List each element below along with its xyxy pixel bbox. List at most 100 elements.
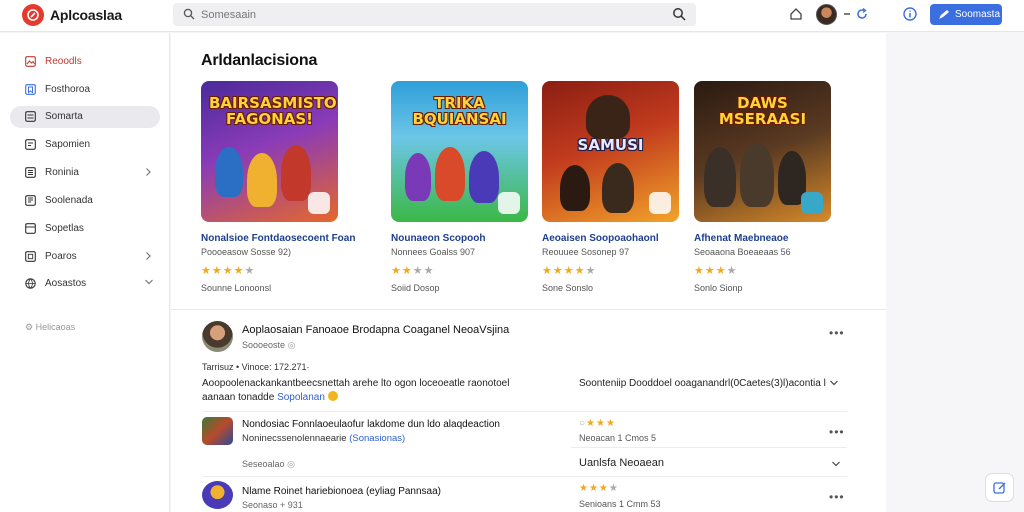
game-badge-icon: [801, 192, 823, 214]
row-title[interactable]: Nondosiac Fonnlaoeulaofur lakdome dun ld…: [242, 419, 500, 430]
right-pane: [887, 33, 1024, 512]
chevron-down-icon: [145, 279, 153, 285]
post-avatar[interactable]: [202, 321, 233, 352]
row-select[interactable]: Uanlsfa Neoaean: [579, 457, 664, 469]
app-logo[interactable]: [22, 4, 44, 26]
row-divider: [571, 447, 847, 448]
game-card[interactable]: TRIKA BQUIANSAI Nounaeon Scopooh Nonnees…: [391, 81, 541, 301]
row-count: Senioans 1 Cmm 53: [579, 499, 661, 509]
section-title: Arldanlacisiona: [201, 52, 318, 69]
row-title[interactable]: Nlame Roinet hariebionoea (eyliag Pannsa…: [242, 486, 441, 497]
game-title[interactable]: Nounaeon Scopooh: [391, 233, 485, 244]
thumbnail-title: BAIRSASMISTO FAGONAS!: [209, 94, 337, 128]
game-badge-icon: [308, 192, 330, 214]
character-figure: [602, 163, 634, 213]
game-subtitle: Nonnees Goalss 907: [391, 247, 476, 257]
character-figure: [560, 165, 590, 211]
game-subtitle: Reouuee Sosonep 97: [542, 247, 630, 257]
sidebar-item-5[interactable]: Roninia: [10, 162, 160, 184]
row-thumbnail[interactable]: [202, 481, 233, 509]
star-rating: ★★★★★: [201, 265, 256, 277]
post-right-text: Soonteniip Dooddoel ooaganandrl(0Caetes(…: [579, 378, 826, 389]
row-divider: [202, 411, 847, 412]
character-figure: [740, 143, 774, 207]
image-icon: [25, 56, 36, 67]
game-title[interactable]: Afhenat Maebneaoe: [694, 233, 788, 244]
star-rating: ★★★★: [391, 265, 435, 277]
main-panel: Arldanlacisiona BAIRSASMISTO FAGONAS! No…: [171, 33, 886, 512]
character-figure: [435, 147, 465, 201]
sidebar: Reoodls Fosthoroa Somarta Sapomien Ronin…: [0, 33, 170, 512]
post-link[interactable]: Sopolanan: [277, 392, 325, 403]
pen-icon: [939, 10, 949, 19]
gear-icon: ⚙: [25, 322, 34, 332]
more-options-icon[interactable]: •••: [829, 490, 845, 504]
game-meta: Sone Sonslo: [542, 283, 594, 293]
home-icon[interactable]: [789, 7, 803, 21]
chevron-right-icon: [146, 252, 151, 260]
sidebar-item-2[interactable]: Fosthoroa: [10, 79, 160, 101]
game-card[interactable]: SAMUSI Aeoaisen Soopoaohaonl Reouuee Sos…: [542, 81, 692, 301]
game-meta: Sounne Lonoonsl: [201, 283, 272, 293]
document-icon: [25, 195, 36, 206]
post-body: Aoopoolenackankantbeecsnettah arehe lto …: [202, 378, 510, 403]
more-options-icon[interactable]: •••: [829, 425, 845, 439]
minus-icon[interactable]: [843, 10, 851, 18]
game-badge-icon: [498, 192, 520, 214]
globe-icon: [25, 278, 36, 289]
row-link[interactable]: (Sonasionas): [349, 433, 405, 444]
star-rating: ★★★★: [694, 265, 738, 277]
post-title[interactable]: Aoplaosaian Fanoaoe Brodapna Coaganel Ne…: [242, 324, 509, 336]
grid-icon: [25, 111, 36, 122]
game-meta: Sonlo Sionp: [694, 283, 743, 293]
sidebar-footer-note[interactable]: ⚙ Helicaoas: [25, 322, 75, 333]
primary-action-button[interactable]: Soomasta: [930, 4, 1002, 25]
row-meta: Seseoalao ◎: [242, 459, 295, 469]
character-figure: [215, 147, 243, 197]
search-input[interactable]: Somesaain: [201, 9, 256, 21]
game-thumbnail[interactable]: DAWS MSERAASI: [694, 81, 831, 222]
game-thumbnail[interactable]: BAIRSASMISTO FAGONAS!: [201, 81, 338, 222]
list-icon: [25, 167, 36, 178]
game-card[interactable]: DAWS MSERAASI Afhenat Maebneaoe Seoaaona…: [694, 81, 844, 301]
row-thumbnail[interactable]: [202, 417, 233, 445]
sidebar-item-1[interactable]: Reoodls: [10, 51, 160, 73]
star-rating: ★★★★★: [542, 265, 597, 277]
card-icon: [25, 223, 36, 234]
bookmark-icon: [25, 84, 36, 95]
row-count: Neoacan 1 Cmos 5: [579, 433, 657, 443]
game-thumbnail[interactable]: SAMUSI: [542, 81, 679, 222]
sidebar-item-8[interactable]: Poaros: [10, 246, 160, 268]
sidebar-item-4[interactable]: Sapomien: [10, 134, 160, 156]
box-icon: [25, 251, 36, 262]
thumbnail-title: TRIKA BQUIANSAI: [412, 94, 507, 128]
compose-fab[interactable]: [985, 473, 1014, 502]
thumbnail-title: DAWS MSERAASI: [718, 94, 807, 128]
globe-icon: ◎: [287, 340, 296, 350]
sidebar-item-3[interactable]: Somarta: [10, 106, 160, 128]
post-author: Soooeoste ◎: [242, 340, 296, 350]
chevron-down-icon[interactable]: [831, 460, 841, 468]
avatar[interactable]: [816, 4, 837, 25]
game-title[interactable]: Nonalsioe Fontdaosecoent Foan: [201, 233, 355, 244]
more-options-icon[interactable]: •••: [829, 326, 845, 340]
game-meta: Soiid Dosop: [391, 283, 440, 293]
refresh-icon[interactable]: [855, 7, 869, 21]
game-title[interactable]: Aeoaisen Soopoaohaonl: [542, 233, 659, 244]
section-divider: [171, 309, 886, 310]
search-bar[interactable]: Somesaain: [173, 3, 696, 26]
sidebar-item-6[interactable]: Soolenada: [10, 190, 160, 212]
character-figure: [469, 151, 499, 203]
chevron-right-icon: [146, 168, 151, 176]
row-description: Noninecssenolennaearie (Sonasionas): [242, 433, 406, 444]
game-badge-icon: [649, 192, 671, 214]
row-divider: [202, 476, 847, 477]
sidebar-item-7[interactable]: Sopetlas: [10, 218, 160, 240]
search-submit-icon[interactable]: [672, 7, 686, 21]
star-rating: ★★★★: [579, 483, 619, 494]
info-icon[interactable]: [903, 7, 917, 21]
chevron-down-icon[interactable]: [829, 379, 839, 387]
game-card[interactable]: BAIRSASMISTO FAGONAS! Nonalsioe Fontdaos…: [201, 81, 355, 301]
sidebar-item-9[interactable]: Aosastos: [10, 273, 160, 295]
game-thumbnail[interactable]: TRIKA BQUIANSAI: [391, 81, 528, 222]
